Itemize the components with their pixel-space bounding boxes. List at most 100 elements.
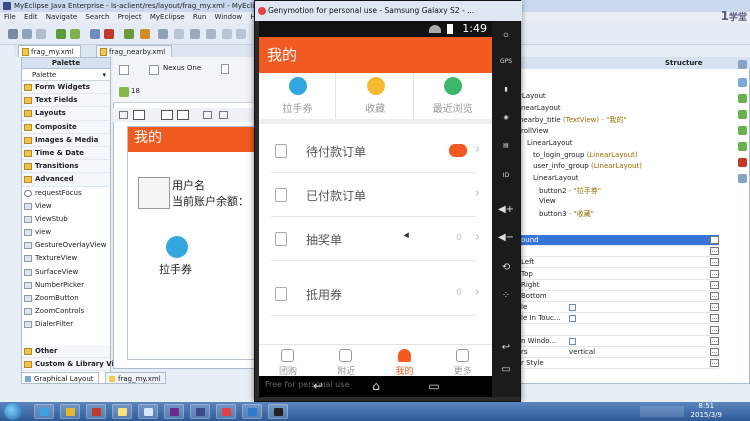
property-edit-button[interactable]: … — [710, 247, 719, 256]
palette-widget[interactable]: ZoomControls — [22, 305, 110, 318]
nav-tab-1[interactable]: 附近 — [317, 345, 375, 377]
outline-node[interactable]: rLayout — [519, 92, 546, 100]
taskbar-notes[interactable] — [112, 404, 132, 419]
stop-icon[interactable] — [104, 29, 114, 39]
property-edit-button[interactable]: … — [710, 258, 719, 267]
problems-icon[interactable] — [738, 158, 747, 167]
palette-category[interactable]: Form Widgets — [22, 81, 110, 95]
taskbar-genymotion[interactable] — [216, 404, 236, 419]
tab-frag-nearby[interactable]: frag_nearby.xml — [96, 45, 173, 57]
side-back-icon[interactable]: ↩ — [497, 341, 515, 355]
property-row[interactable]: ound… — [519, 235, 719, 246]
android-icon[interactable] — [738, 94, 747, 103]
zoom-100-icon[interactable] — [177, 110, 189, 120]
print-icon[interactable] — [36, 29, 46, 39]
property-edit-button[interactable]: … — [710, 336, 719, 345]
property-edit-button[interactable]: … — [710, 359, 719, 368]
taskbar-clock[interactable]: 8:51 2015/3/9 — [691, 402, 722, 420]
palette-widget[interactable]: TextureView — [22, 252, 110, 265]
outline-node[interactable]: button3 - "收藏" — [539, 209, 594, 219]
menu-search[interactable]: Search — [85, 13, 109, 21]
layout-preview[interactable]: 我的 用户名 当前账户余额： 拉手券 — [127, 126, 258, 360]
order-row[interactable]: 抽奖单 0 › — [259, 217, 492, 261]
palette-widget[interactable]: requestFocus — [22, 187, 110, 200]
property-row[interactable]: … — [519, 246, 719, 258]
tab-frag-my[interactable]: frag_my.xml — [18, 45, 81, 57]
palette-widget[interactable]: DialerFilter — [22, 318, 110, 331]
nav-tab-3[interactable]: 更多 — [434, 345, 492, 377]
property-row[interactable]: Top… — [519, 269, 719, 280]
taskbar-terminal[interactable] — [268, 404, 288, 419]
perspective-icon[interactable] — [190, 29, 200, 39]
property-edit-button[interactable]: … — [710, 303, 719, 312]
outline-node[interactable]: LinearLayout — [533, 174, 579, 182]
property-row[interactable]: le… — [519, 302, 719, 314]
property-edit-button[interactable]: … — [710, 269, 719, 278]
order-row[interactable]: 已付款订单 › — [259, 173, 492, 217]
palette-category[interactable]: Time & Date — [22, 146, 110, 161]
emulate-real-size-icon[interactable] — [133, 110, 145, 120]
tab-xml-source[interactable]: frag_my.xml — [105, 372, 166, 384]
property-edit-button[interactable]: … — [710, 280, 719, 289]
save-icon[interactable] — [22, 29, 32, 39]
devices-icon[interactable] — [738, 126, 747, 135]
volume-down-icon[interactable]: ◀− — [497, 231, 515, 245]
outline-node[interactable]: View — [539, 197, 556, 205]
taskbar-explorer[interactable] — [138, 404, 158, 419]
outline-node[interactable]: nearby_title (TextView) - "我的" — [519, 115, 627, 125]
order-row[interactable]: 抵用券 0 › — [259, 272, 492, 316]
taskbar-chrome[interactable] — [60, 404, 80, 419]
windows-start-button[interactable] — [4, 403, 22, 420]
home-key-icon[interactable]: ⌂ — [361, 379, 391, 394]
recents-key-icon[interactable]: ▭ — [419, 379, 449, 394]
api-level[interactable]: 18 — [131, 87, 140, 95]
minimize-panel-icon[interactable] — [738, 60, 747, 69]
property-checkbox[interactable] — [569, 304, 576, 312]
back-icon[interactable] — [222, 29, 232, 39]
palette-widget[interactable]: View — [22, 200, 110, 213]
palette-category[interactable]: Transitions — [22, 160, 110, 174]
property-row[interactable]: le In Touc...… — [519, 313, 719, 325]
taskbar-ie[interactable] — [34, 404, 54, 419]
palette-widget[interactable]: view — [22, 226, 110, 239]
new-file-icon[interactable] — [8, 29, 18, 39]
gps-button[interactable]: GPS — [497, 55, 515, 69]
menu-navigate[interactable]: Navigate — [46, 13, 77, 21]
property-edit-button[interactable]: … — [710, 236, 719, 244]
palette-category[interactable]: Advanced — [22, 173, 110, 187]
android-sdk-icon[interactable] — [56, 29, 66, 39]
palette-category[interactable]: Other — [22, 344, 110, 358]
order-row[interactable]: 待付款订单 › — [259, 129, 492, 173]
logcat-icon[interactable] — [738, 110, 747, 119]
side-menu-icon[interactable]: ▭ — [497, 363, 515, 377]
menu-edit[interactable]: Edit — [24, 13, 38, 21]
property-row[interactable]: n Windo...… — [519, 336, 719, 347]
palette-category[interactable]: Text Fields — [22, 94, 110, 108]
run-icon[interactable] — [124, 29, 134, 39]
taskbar-player[interactable] — [164, 404, 184, 419]
property-row[interactable]: rs vertical… — [519, 347, 719, 358]
palette-widget[interactable]: GestureOverlayView — [22, 239, 110, 252]
menu-file[interactable]: File — [4, 13, 16, 21]
menu-window[interactable]: Window — [215, 13, 243, 21]
taskbar-recorder[interactable] — [86, 404, 106, 419]
outline-node[interactable]: user_info_group (LinearLayout) — [533, 162, 642, 170]
quick-action-clock[interactable]: 最近浏览 — [414, 73, 491, 119]
outline-node[interactable]: rollView — [521, 127, 549, 135]
palette-widget[interactable]: ViewStub — [22, 213, 110, 226]
palette-widget[interactable]: SurfaceView — [22, 266, 110, 279]
outline-node[interactable]: to_login_group (LinearLayout) — [533, 151, 638, 159]
palette-category[interactable]: Custom & Library Vi — [22, 357, 114, 372]
nav-tab-0[interactable]: 团购 — [259, 345, 317, 377]
property-row[interactable]: Left… — [519, 257, 719, 269]
property-edit-button[interactable]: … — [710, 292, 719, 300]
palette-selector[interactable]: Palette ▾ — [22, 69, 110, 81]
open-type-icon[interactable] — [158, 29, 168, 39]
emulator-control-icon[interactable] — [738, 142, 747, 151]
property-checkbox[interactable] — [569, 337, 576, 345]
phone-screen[interactable]: 1:49 我的 拉手券 收藏 最近浏览 待付款订单 › 已付款订单 › 抽奖单 0 › 抵用券 0 ›… — [259, 21, 492, 397]
palette-widget[interactable]: NumberPicker — [22, 279, 110, 292]
property-row[interactable]: … — [519, 325, 719, 336]
palette-widget[interactable]: ZoomButton — [22, 292, 110, 305]
outline-node[interactable]: LinearLayout — [527, 139, 573, 147]
